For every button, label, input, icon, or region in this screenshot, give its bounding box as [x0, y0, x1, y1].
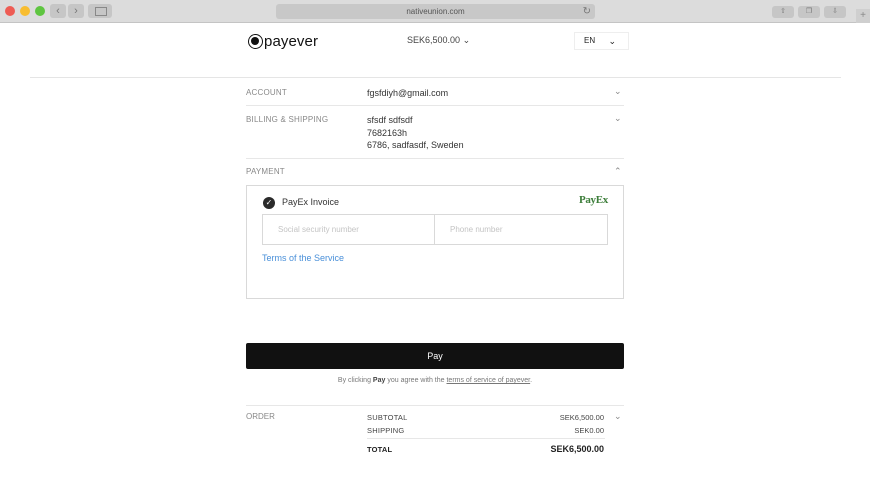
shipping-label: SHIPPING: [367, 426, 405, 435]
total-value: SEK6,500.00: [550, 444, 604, 454]
chevron-down-icon: ⌄: [614, 113, 622, 123]
download-icon: ⇩: [832, 8, 838, 15]
payever-logo: payever: [248, 33, 318, 50]
billing-line-3: 6786, sadfasdf, Sweden: [367, 140, 464, 150]
consent-suffix: .: [530, 377, 533, 384]
billing-section-label: BILLING & SHIPPING: [246, 115, 329, 124]
billing-address: sfsdf sdfsdf 7682163h 6786, sadfasdf, Sw…: [367, 114, 464, 152]
ssn-input[interactable]: [263, 215, 435, 244]
downloads-button[interactable]: ⇩: [824, 6, 846, 18]
header-divider: [30, 77, 841, 78]
share-button[interactable]: ⇧: [772, 6, 794, 18]
consent-prefix: By clicking: [337, 377, 373, 384]
billing-expand-toggle[interactable]: ⌄: [614, 113, 622, 124]
order-expand-toggle[interactable]: ⌄: [614, 411, 622, 422]
plus-icon: +: [860, 10, 866, 21]
tabs-icon: ❐: [805, 8, 813, 15]
phone-input[interactable]: [435, 215, 607, 244]
payment-method-label[interactable]: PayEx Invoice: [282, 197, 339, 207]
order-divider: [246, 405, 624, 406]
zoom-window-button[interactable]: [35, 6, 45, 16]
method-selected-check-icon[interactable]: ✓: [263, 197, 275, 209]
invoice-input-group: [262, 214, 608, 245]
brand-name: payever: [264, 33, 319, 50]
chevron-left-icon: ‹: [56, 5, 60, 17]
payever-terms-link[interactable]: terms of service of payever: [446, 377, 530, 384]
payment-section-label: PAYMENT: [246, 167, 285, 176]
new-tab-button[interactable]: +: [856, 9, 870, 23]
close-window-button[interactable]: [5, 6, 15, 16]
billing-name: sfsdf sdfsdf: [367, 115, 413, 125]
consent-middle: you agree with the: [385, 377, 447, 384]
chevron-down-icon: ⌄: [608, 36, 616, 46]
shipping-value: SEK0.00: [574, 426, 604, 435]
header-amount: SEK6,500.00: [407, 35, 461, 45]
language-select[interactable]: EN ⌄: [574, 32, 629, 50]
payever-logo-mark: [248, 34, 263, 49]
payment-method-card: ✓ PayEx Invoice PayEx Terms of the Servi…: [246, 185, 624, 299]
browser-toolbar: ‹ › nativeunion.com ↻ ⇧ ❐ ⇩ +: [0, 0, 870, 23]
url-text: nativeunion.com: [406, 7, 465, 16]
account-section-label: ACCOUNT: [246, 88, 287, 97]
chevron-down-icon: ⌄: [614, 86, 622, 96]
terms-of-service-link[interactable]: Terms of the Service: [262, 253, 344, 263]
total-label: TOTAL: [367, 445, 393, 454]
section-divider: [246, 105, 624, 106]
consent-bold: Pay: [372, 377, 386, 384]
forward-button[interactable]: ›: [68, 4, 84, 18]
billing-line-2: 7682163h: [367, 127, 408, 138]
back-button[interactable]: ‹: [50, 4, 66, 18]
account-email: fgsfdiyh@gmail.com: [367, 88, 449, 98]
account-expand-toggle[interactable]: ⌄: [614, 86, 622, 97]
subtotal-label: SUBTOTAL: [367, 413, 408, 422]
share-icon: ⇧: [780, 8, 786, 15]
reload-icon[interactable]: ↻: [583, 4, 591, 19]
total-divider: [367, 438, 605, 439]
language-value: EN: [584, 36, 596, 45]
pay-button[interactable]: Pay: [246, 343, 624, 369]
chevron-up-icon: ⌃: [614, 166, 622, 176]
tabs-overview-button[interactable]: ❐: [798, 6, 820, 18]
consent-text: By clicking Pay you agree with the terms…: [246, 377, 624, 384]
section-divider: [246, 158, 624, 159]
payex-logo: PayEx: [578, 194, 608, 206]
sidebar-toggle-button[interactable]: [88, 4, 112, 18]
chevron-down-icon: ⌄: [614, 411, 622, 421]
chevron-down-icon: ⌄: [462, 35, 471, 45]
payment-collapse-toggle[interactable]: ⌃: [614, 166, 622, 177]
address-bar[interactable]: nativeunion.com ↻: [276, 4, 595, 19]
subtotal-value: SEK6,500.00: [559, 413, 604, 422]
amount-dropdown[interactable]: SEK6,500.00 ⌄: [407, 35, 470, 46]
minimize-window-button[interactable]: [20, 6, 30, 16]
order-section-label: ORDER: [246, 412, 275, 421]
chevron-right-icon: ›: [74, 5, 78, 17]
